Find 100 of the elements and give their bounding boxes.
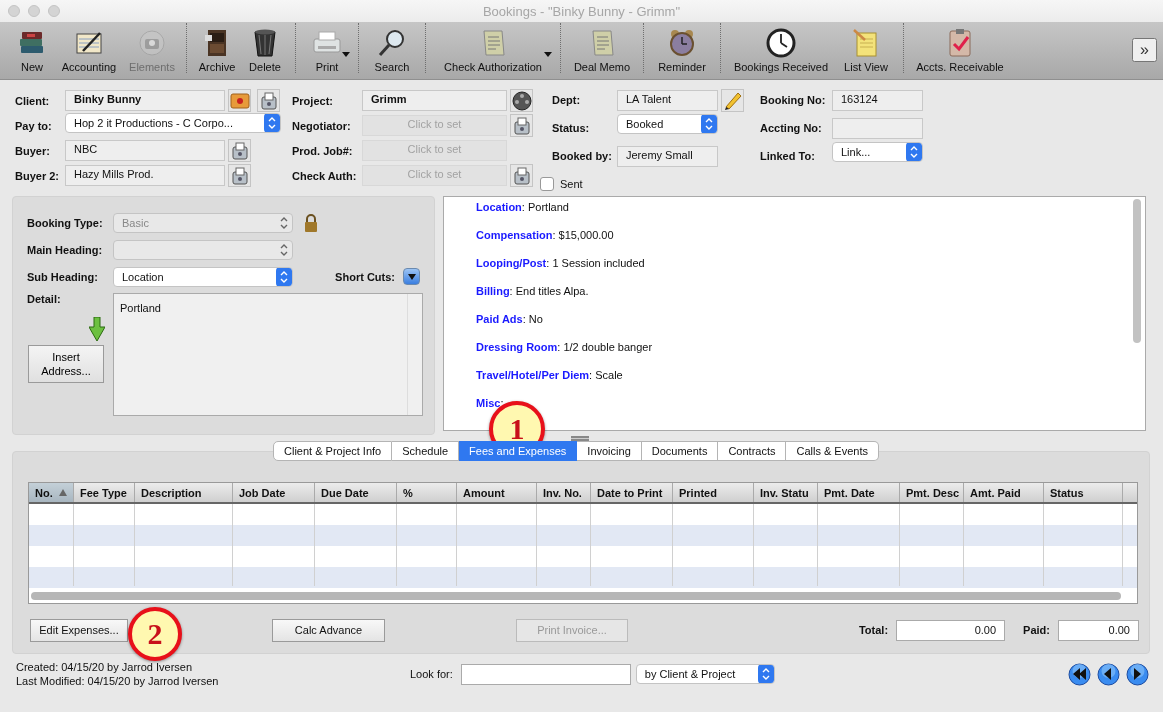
number-field[interactable]: 0.00	[1058, 619, 1139, 641]
tab[interactable]: Schedule	[392, 441, 460, 461]
scrollbar[interactable]	[1133, 199, 1141, 343]
stepper-icon	[906, 143, 922, 161]
text-field[interactable]: LA Talent	[617, 89, 718, 111]
next-button[interactable]	[1126, 662, 1149, 686]
menu-arrow-icon	[342, 52, 350, 57]
created-text: Created: 04/15/20 by Jarrod Iversen	[16, 660, 194, 674]
toolbar-button[interactable]: Check Authorization	[434, 27, 552, 73]
stepper-icon	[264, 114, 280, 132]
action-button[interactable]: Calc Advance	[272, 618, 385, 642]
text-field[interactable]: NBC	[65, 140, 225, 161]
film-reel-button[interactable]	[510, 89, 533, 112]
column-header[interactable]: Description	[135, 483, 233, 502]
dropdown[interactable]: Location	[113, 266, 293, 287]
text-field[interactable]: 163124	[832, 89, 923, 111]
scrollbar[interactable]	[31, 592, 1121, 600]
field-label: Buyer:	[15, 144, 51, 157]
column-header[interactable]: Inv. No.	[537, 483, 591, 502]
text-field[interactable]: Hazy Mills Prod.	[65, 165, 225, 186]
toolbar-button[interactable]: Delete	[243, 27, 287, 73]
dropdown[interactable]: Booked	[617, 114, 718, 134]
next-icon	[1126, 662, 1149, 686]
field-label: Detail:	[27, 293, 61, 305]
rolodex-button[interactable]	[228, 139, 251, 162]
toolbar-button[interactable]: List View	[837, 27, 895, 73]
field-label: Booking Type:	[27, 216, 104, 229]
toolbar-button[interactable]: Accts. Receivable	[912, 27, 1008, 73]
column-header[interactable]: Printed	[673, 483, 754, 502]
column-header[interactable]: Fee Type	[74, 483, 135, 502]
tab[interactable]: Client & Project Info	[273, 441, 393, 461]
stepper-icon	[757, 665, 774, 683]
checkbox[interactable]	[540, 177, 554, 191]
toolbar-button[interactable]: Deal Memo	[569, 27, 635, 73]
field-label: Linked To:	[760, 150, 816, 162]
toolbar-button[interactable]: Search	[367, 27, 417, 73]
dropdown[interactable]: Link...	[832, 142, 923, 162]
column-header[interactable]: Due Date	[315, 483, 397, 502]
rolodex-button[interactable]	[228, 164, 251, 187]
detail-text-area[interactable]: Portland	[113, 293, 423, 416]
pencil-button[interactable]	[721, 88, 744, 112]
text-field[interactable]: Grimm	[362, 90, 507, 111]
lock-icon	[303, 212, 319, 233]
field-label: Buyer 2:	[15, 169, 61, 182]
text-field[interactable]: Jeremy Small	[617, 145, 718, 167]
column-header[interactable]: Pmt. Desc	[900, 483, 964, 502]
tab[interactable]: Documents	[641, 441, 719, 461]
text-field[interactable]	[832, 117, 923, 139]
field-label: Check Auth:	[292, 169, 358, 182]
number-field[interactable]: 0.00	[896, 619, 1006, 641]
field-label: Sub Heading:	[27, 270, 99, 283]
caret-icon	[407, 273, 416, 280]
splitter-handle[interactable]	[571, 436, 589, 441]
term-line: Paid Ads: No	[476, 312, 544, 327]
insert-address-button[interactable]: Insert Address...	[28, 345, 104, 383]
field-label: Booked by:	[551, 150, 613, 162]
rewind-icon	[1068, 662, 1091, 686]
toolbar-button[interactable]: Print	[304, 27, 350, 73]
column-header[interactable]: Date to Print	[591, 483, 673, 502]
column-header[interactable]: Pmt. Date	[818, 483, 900, 502]
action-button[interactable]: Edit Expenses...	[30, 618, 128, 642]
rewind-button[interactable]	[1068, 662, 1091, 686]
toolbar-button[interactable]: Bookings Received	[729, 27, 833, 73]
search-field[interactable]	[460, 663, 631, 685]
toolbar-button[interactable]: Accounting	[56, 27, 122, 73]
term-line: Billing: End titles Alpa.	[476, 284, 590, 299]
tab[interactable]: Invoicing	[577, 441, 642, 461]
dropdown[interactable]: Hop 2 it Productions - C Corpo...	[65, 113, 281, 133]
tab[interactable]: Calls & Events	[786, 441, 879, 461]
checkbox-label: Sent	[560, 178, 583, 190]
rolodex-button[interactable]	[510, 114, 533, 137]
overflow-button[interactable]: »	[1132, 38, 1157, 62]
toolbar-button[interactable]: Archive	[195, 27, 239, 73]
previous-button[interactable]	[1097, 662, 1120, 686]
tab[interactable]: Contracts	[718, 441, 787, 461]
term-line: Looping/Post: 1 Session included	[476, 256, 646, 271]
toolbar-button[interactable]: New	[12, 27, 52, 73]
previous-icon	[1097, 662, 1120, 686]
modified-text: Last Modified: 04/15/20 by Jarrod Iversen	[16, 674, 220, 688]
term-line: Dressing Room: 1/2 double banger	[476, 340, 654, 355]
column-header	[1123, 483, 1137, 502]
column-header[interactable]: Amount	[457, 483, 537, 502]
column-header[interactable]: Inv. Statu	[754, 483, 818, 502]
rolodex-button[interactable]	[257, 89, 280, 112]
column-header[interactable]: Job Date	[233, 483, 315, 502]
column-header[interactable]: No.	[29, 483, 74, 502]
down-arrow-icon	[89, 317, 105, 341]
dropdown[interactable]: by Client & Project	[635, 664, 775, 684]
column-header[interactable]: Status	[1044, 483, 1123, 502]
tab[interactable]: Fees and Expenses	[459, 441, 578, 461]
field-label: Client:	[15, 94, 51, 107]
card-button[interactable]	[228, 89, 251, 112]
field-label: Accting No:	[760, 122, 823, 134]
text-field[interactable]: Binky Bunny	[65, 90, 225, 111]
column-header[interactable]: %	[397, 483, 457, 502]
shortcuts-button[interactable]	[403, 268, 420, 285]
toolbar-button[interactable]: Reminder	[652, 27, 712, 73]
column-header[interactable]: Amt. Paid	[964, 483, 1044, 502]
field-label: Pay to:	[15, 119, 53, 132]
rolodex-button[interactable]	[510, 164, 533, 187]
